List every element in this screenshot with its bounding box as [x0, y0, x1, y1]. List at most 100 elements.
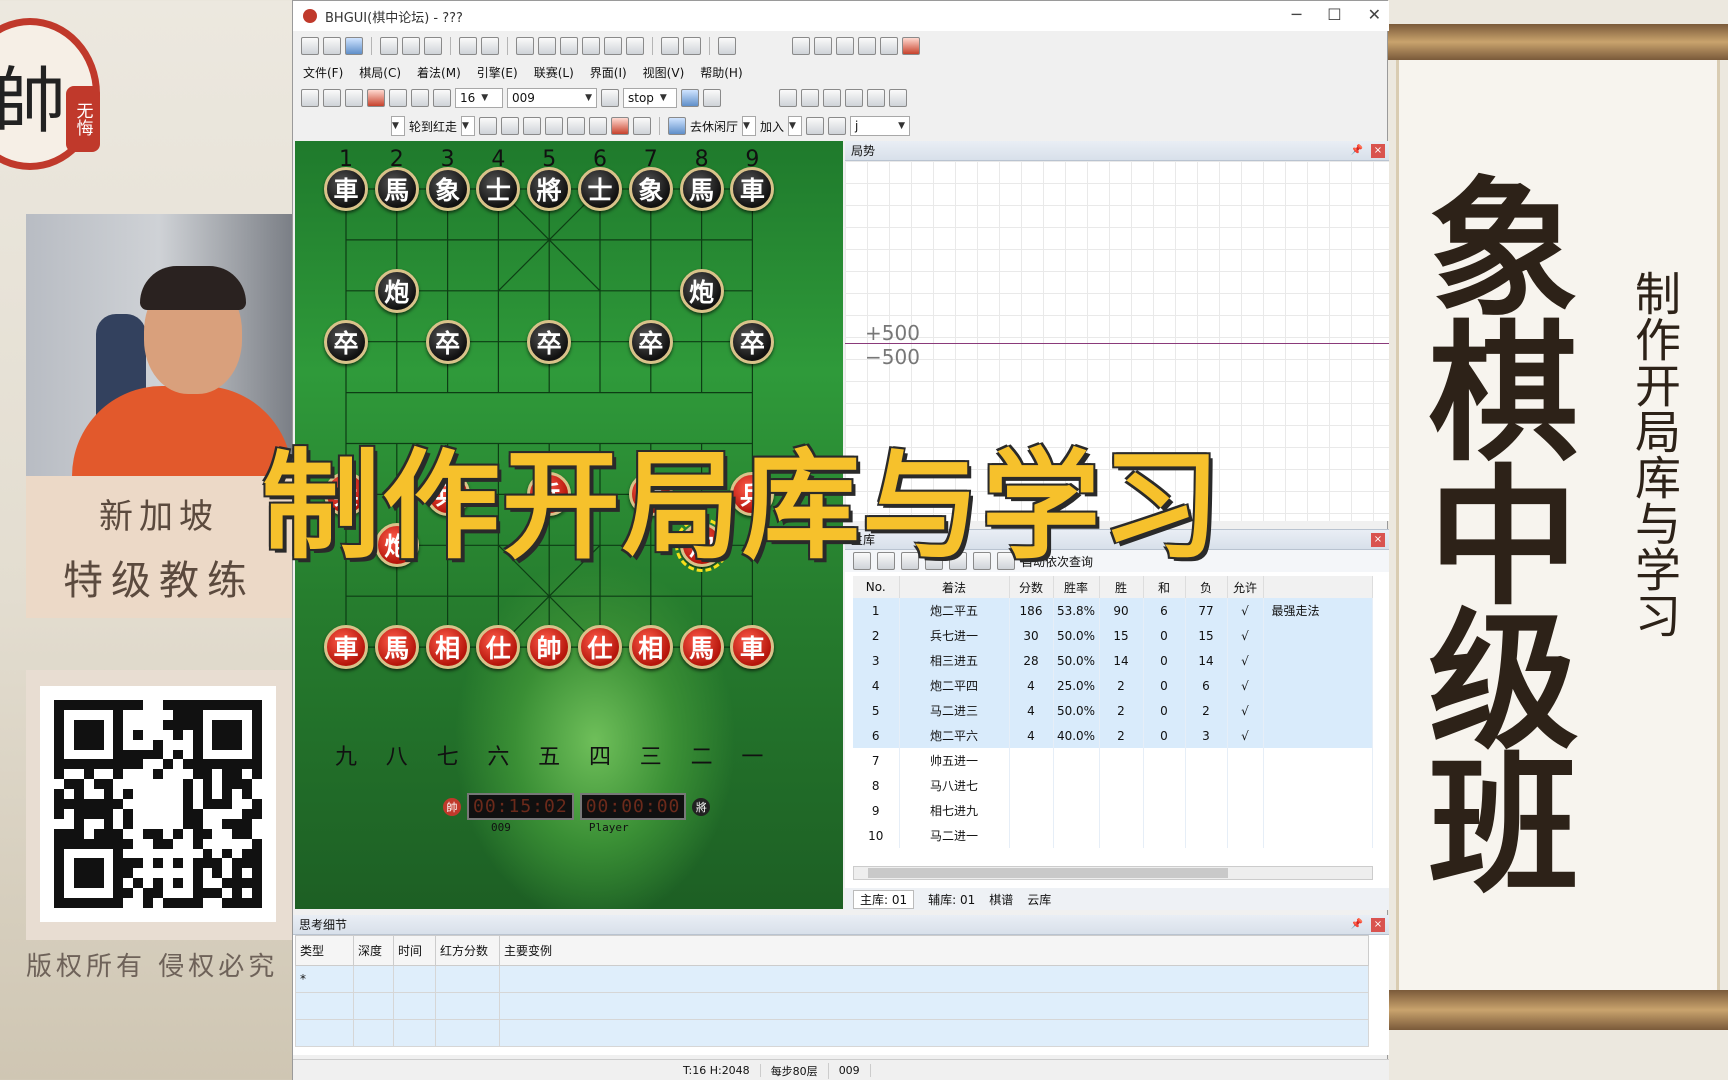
scroll-thumb[interactable] — [868, 868, 1228, 878]
tab-cloud[interactable]: 云库 — [1027, 891, 1051, 908]
black-pawn[interactable]: 卒 — [425, 319, 470, 364]
paste-icon[interactable] — [481, 37, 499, 55]
col-time[interactable]: 时间 — [393, 935, 436, 966]
edit-icon[interactable] — [626, 37, 644, 55]
board-icon[interactable] — [479, 117, 498, 135]
jiang-icon[interactable] — [633, 117, 652, 135]
clock-icon[interactable] — [523, 117, 542, 135]
black-piece[interactable]: 車 — [324, 167, 368, 211]
hall-select[interactable]: ▼ — [742, 116, 757, 136]
black-piece[interactable]: 士 — [578, 167, 622, 211]
black-pawn[interactable]: 卒 — [324, 319, 368, 364]
view-1-icon[interactable] — [779, 89, 797, 107]
search-icon[interactable] — [411, 89, 429, 107]
room-icon[interactable] — [806, 117, 825, 135]
menu-game[interactable]: 棋局(C) — [359, 64, 401, 81]
col-type[interactable]: 类型 — [295, 935, 354, 966]
book-row[interactable]: 2 兵七进一 30 50.0% 15 0 15 √ — [853, 623, 1373, 648]
bold-icon[interactable] — [601, 89, 619, 107]
black-cannon[interactable]: 炮 — [374, 268, 419, 313]
col-red-score[interactable]: 红方分数 — [435, 935, 500, 966]
book-icon[interactable] — [367, 89, 385, 107]
panel-icon[interactable] — [792, 37, 810, 55]
black-piece[interactable]: 象 — [628, 167, 673, 211]
chat-icon[interactable] — [567, 117, 586, 135]
table-icon[interactable] — [858, 37, 876, 55]
tab-records[interactable]: 棋谱 — [989, 891, 1013, 908]
user-icon[interactable] — [545, 117, 564, 135]
grid-icon[interactable] — [836, 37, 854, 55]
window-icon[interactable] — [661, 37, 679, 55]
red-piece[interactable]: 馬 — [374, 625, 419, 670]
book-row[interactable]: 5 马二进三 4 50.0% 2 0 2 √ — [853, 698, 1373, 723]
view-4-icon[interactable] — [845, 89, 863, 107]
book-row[interactable]: 10 马二进一 — [853, 823, 1373, 848]
book-row[interactable]: 8 马八进七 — [853, 773, 1373, 798]
book-row[interactable]: 9 相七进九 — [853, 798, 1373, 823]
red-piece[interactable]: 車 — [324, 625, 368, 670]
down-icon[interactable] — [828, 117, 847, 135]
copy-icon[interactable] — [459, 37, 477, 55]
red-piece[interactable]: 仕 — [578, 625, 622, 670]
new-icon[interactable] — [301, 37, 319, 55]
book-row[interactable]: 1 炮二平五 186 53.8% 90 6 77 √ 最强走法 — [853, 598, 1373, 623]
extra-select[interactable]: j ▼ — [850, 116, 911, 136]
engine-settings-icon[interactable] — [323, 89, 341, 107]
close-icon[interactable]: × — [1371, 143, 1385, 158]
print-icon[interactable] — [424, 37, 442, 55]
maximize-button[interactable]: ☐ — [1327, 5, 1341, 24]
menu-help[interactable]: 帮助(H) — [700, 64, 742, 81]
view-3-icon[interactable] — [823, 89, 841, 107]
book-scrollbar[interactable] — [853, 866, 1373, 880]
book-row[interactable]: 6 炮二平六 4 40.0% 2 0 3 √ — [853, 723, 1373, 748]
hint-icon[interactable] — [389, 89, 407, 107]
tab-aux-book[interactable]: 辅库: 01 — [928, 891, 975, 908]
black-pawn[interactable]: 卒 — [628, 319, 673, 364]
save-icon[interactable] — [345, 37, 363, 55]
next-move-icon[interactable] — [560, 37, 578, 55]
menu-league[interactable]: 联赛(L) — [534, 64, 574, 81]
turn-select[interactable]: ▼ — [461, 116, 476, 136]
stop-icon[interactable] — [433, 89, 451, 107]
black-piece[interactable]: 馬 — [679, 167, 724, 211]
black-piece[interactable]: 將 — [527, 167, 572, 211]
book-row[interactable]: 4 炮二平四 4 25.0% 2 0 6 √ — [853, 673, 1373, 698]
menu-interface[interactable]: 界面(I) — [590, 64, 627, 81]
tab-main-book[interactable]: 主库: 01 — [853, 889, 915, 909]
pin-icon[interactable]: 📌 — [1351, 145, 1363, 156]
red-piece[interactable]: 相 — [425, 625, 470, 670]
export-icon[interactable] — [402, 37, 420, 55]
import-icon[interactable] — [380, 37, 398, 55]
help-icon[interactable] — [718, 37, 736, 55]
black-piece[interactable]: 馬 — [374, 167, 419, 211]
bubble-icon[interactable] — [589, 117, 608, 135]
engine-load-icon[interactable] — [301, 89, 319, 107]
red-piece[interactable]: 馬 — [679, 625, 724, 670]
stop-select[interactable]: stop ▼ — [623, 88, 677, 108]
menu-engine[interactable]: 引擎(E) — [477, 64, 518, 81]
globe-icon[interactable] — [703, 89, 721, 107]
red-piece[interactable]: 帥 — [527, 625, 572, 670]
minimize-button[interactable]: ─ — [1292, 5, 1302, 24]
close-button[interactable]: ✕ — [1368, 5, 1381, 24]
pin-icon[interactable]: 📌 — [1351, 919, 1363, 930]
black-cannon[interactable]: 炮 — [679, 268, 724, 313]
prev-move-icon[interactable] — [538, 37, 556, 55]
engine-select[interactable]: 009 ▼ — [507, 88, 597, 108]
red-piece[interactable]: 相 — [628, 625, 673, 670]
menu-file[interactable]: 文件(F) — [303, 64, 343, 81]
view-6-icon[interactable] — [889, 89, 907, 107]
layout-icon[interactable] — [683, 37, 701, 55]
view-2-icon[interactable] — [801, 89, 819, 107]
black-pawn[interactable]: 卒 — [527, 319, 572, 364]
monitor-icon[interactable] — [880, 37, 898, 55]
pieces-icon[interactable] — [501, 117, 520, 135]
col-pv[interactable]: 主要变例 — [499, 935, 1369, 966]
book-row[interactable]: 3 相三进五 28 50.0% 14 0 14 √ — [853, 648, 1373, 673]
black-piece[interactable]: 象 — [425, 167, 470, 211]
last-move-icon[interactable] — [582, 37, 600, 55]
flip-icon[interactable] — [604, 37, 622, 55]
join-select[interactable]: ▼ — [788, 116, 803, 136]
display-icon[interactable] — [345, 89, 363, 107]
book-row[interactable]: 7 帅五进一 — [853, 748, 1373, 773]
